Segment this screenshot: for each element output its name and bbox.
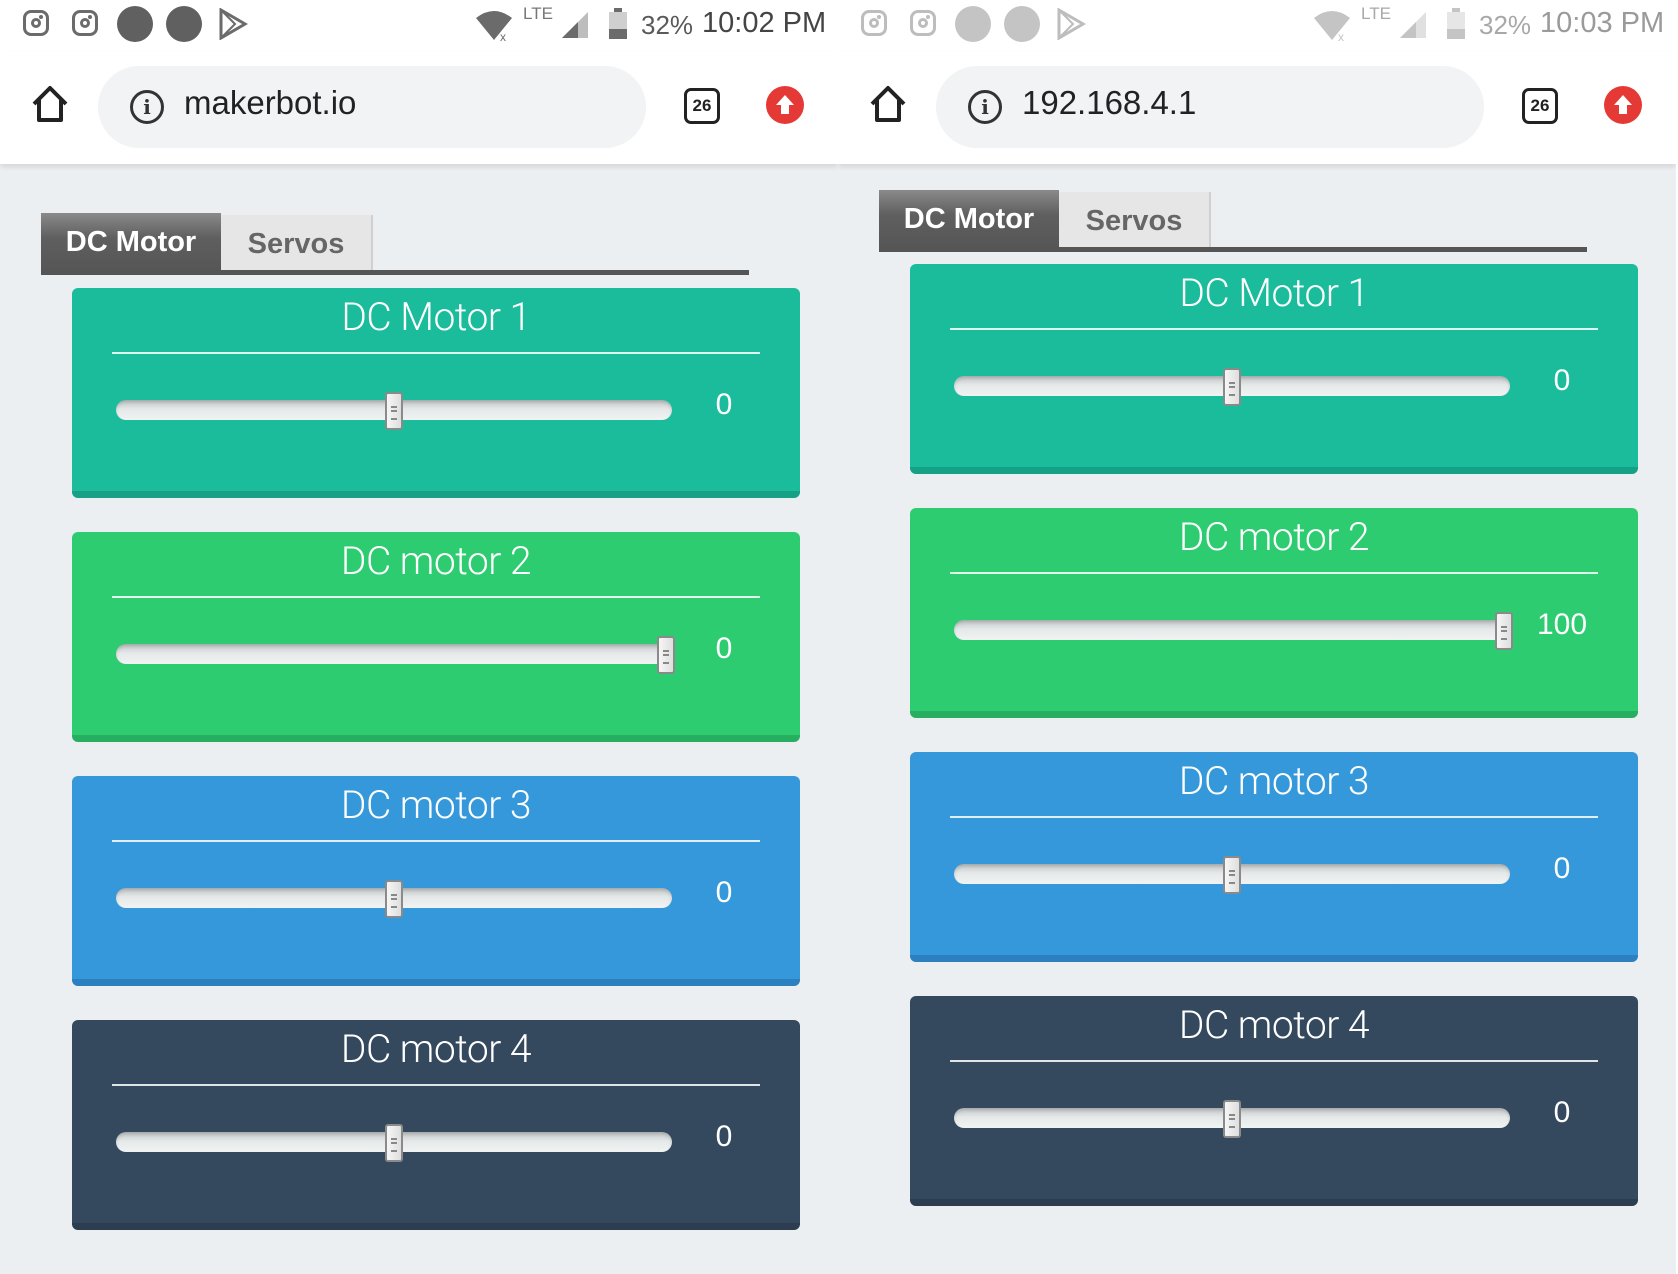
play-store-icon	[1056, 7, 1086, 44]
slider-handle[interactable]	[385, 392, 403, 430]
cell-signal-icon	[560, 10, 590, 44]
motor-slider[interactable]	[116, 1124, 672, 1162]
motor-title: DC motor 3	[1178, 758, 1370, 804]
status-bar: x LTE 32% 10:02 PM	[0, 0, 838, 52]
slider-handle[interactable]	[385, 880, 403, 918]
left-screenshot: x LTE 32% 10:02 PM i makerbot.io 26 DC M…	[0, 0, 838, 1274]
divider	[112, 596, 760, 598]
tab-dc-motor[interactable]: DC Motor	[879, 190, 1059, 252]
motor-slider[interactable]	[954, 368, 1510, 406]
url-text: makerbot.io	[184, 84, 357, 121]
motor-value: 0	[715, 876, 733, 909]
play-store-icon	[218, 7, 248, 44]
notification-dot-icon	[166, 6, 202, 42]
svg-text:x: x	[500, 30, 506, 42]
wifi-icon: x	[474, 10, 514, 46]
home-button[interactable]	[28, 82, 72, 126]
address-bar[interactable]: i makerbot.io	[98, 66, 646, 148]
right-screenshot: x LTE 32% 10:03 PM i 192.168.4.1 26 DC M…	[838, 0, 1676, 1274]
divider	[950, 328, 1598, 330]
divider	[950, 1060, 1598, 1062]
motor-card-4: DC motor 4 0	[910, 996, 1638, 1206]
browser-toolbar: i 192.168.4.1 26	[838, 52, 1676, 164]
tab-switcher-button[interactable]: 26	[684, 88, 720, 124]
motor-title: DC Motor 1	[1179, 270, 1369, 316]
wifi-icon: x	[1312, 10, 1352, 46]
motor-title: DC motor 4	[340, 1026, 532, 1072]
instagram-icon	[861, 10, 887, 36]
motor-value: 0	[1553, 852, 1571, 885]
tab-dc-motor[interactable]: DC Motor	[41, 213, 221, 275]
motor-value: 0	[715, 1120, 733, 1153]
clock: 10:03 PM	[1540, 7, 1665, 39]
slider-handle[interactable]	[385, 1124, 403, 1162]
motor-slider[interactable]	[116, 636, 676, 674]
divider	[112, 352, 760, 354]
network-type-label: LTE	[523, 4, 553, 23]
tab-bar: DC Motor Servos	[879, 190, 1587, 252]
network-type-label: LTE	[1361, 4, 1391, 23]
url-text: 192.168.4.1	[1022, 84, 1197, 121]
motor-card-1: DC Motor 1 0	[72, 288, 800, 498]
notification-dot-icon	[1004, 6, 1040, 42]
motor-slider[interactable]	[954, 856, 1510, 894]
motor-title: DC motor 4	[1178, 1002, 1370, 1048]
motor-value: 100	[1536, 608, 1588, 641]
instagram-icon	[72, 10, 98, 36]
home-button[interactable]	[866, 82, 910, 126]
motor-value: 0	[715, 632, 733, 665]
divider	[112, 840, 760, 842]
notification-dot-icon	[955, 6, 991, 42]
divider	[950, 572, 1598, 574]
motor-card-1: DC Motor 1 0	[910, 264, 1638, 474]
svg-text:x: x	[1338, 30, 1344, 42]
motor-title: DC motor 2	[340, 538, 532, 584]
update-icon[interactable]	[1604, 86, 1642, 124]
motor-value: 0	[715, 388, 733, 421]
tab-bar: DC Motor Servos	[41, 213, 749, 275]
divider	[950, 816, 1598, 818]
motor-title: DC Motor 1	[341, 294, 531, 340]
motor-value: 0	[1553, 364, 1571, 397]
cell-signal-icon	[1398, 10, 1428, 44]
battery-icon	[1446, 8, 1466, 44]
browser-toolbar: i makerbot.io 26	[0, 52, 838, 164]
motor-card-3: DC motor 3 0	[72, 776, 800, 986]
motor-card-2: DC motor 2 0	[72, 532, 800, 742]
battery-percent: 32%	[641, 10, 694, 40]
battery-icon	[608, 8, 628, 44]
slider-handle[interactable]	[1223, 1100, 1241, 1138]
instagram-icon	[23, 10, 49, 36]
motor-card-2: DC motor 2 100	[910, 508, 1638, 718]
tab-servos[interactable]: Servos	[1059, 192, 1211, 248]
slider-handle[interactable]	[657, 636, 676, 674]
info-icon[interactable]: i	[968, 90, 1002, 124]
address-bar[interactable]: i 192.168.4.1	[936, 66, 1484, 148]
update-icon[interactable]	[766, 86, 804, 124]
tab-underline	[879, 247, 1587, 252]
motor-slider[interactable]	[954, 612, 1514, 650]
clock: 10:02 PM	[702, 7, 827, 39]
slider-handle[interactable]	[1223, 856, 1241, 894]
motor-value: 0	[1553, 1096, 1571, 1129]
tab-underline	[41, 270, 749, 275]
info-icon[interactable]: i	[130, 90, 164, 124]
motor-slider[interactable]	[116, 880, 672, 918]
status-bar: x LTE 32% 10:03 PM	[838, 0, 1676, 52]
battery-percent: 32%	[1479, 10, 1532, 40]
motor-title: DC motor 3	[340, 782, 532, 828]
motor-title: DC motor 2	[1178, 514, 1370, 560]
motor-card-4: DC motor 4 0	[72, 1020, 800, 1230]
motor-card-3: DC motor 3 0	[910, 752, 1638, 962]
slider-handle[interactable]	[1223, 368, 1241, 406]
notification-dot-icon	[117, 6, 153, 42]
slider-handle[interactable]	[1495, 612, 1514, 650]
instagram-icon	[910, 10, 936, 36]
divider	[112, 1084, 760, 1086]
tab-servos[interactable]: Servos	[221, 215, 373, 271]
motor-slider[interactable]	[954, 1100, 1510, 1138]
tab-switcher-button[interactable]: 26	[1522, 88, 1558, 124]
motor-slider[interactable]	[116, 392, 672, 430]
